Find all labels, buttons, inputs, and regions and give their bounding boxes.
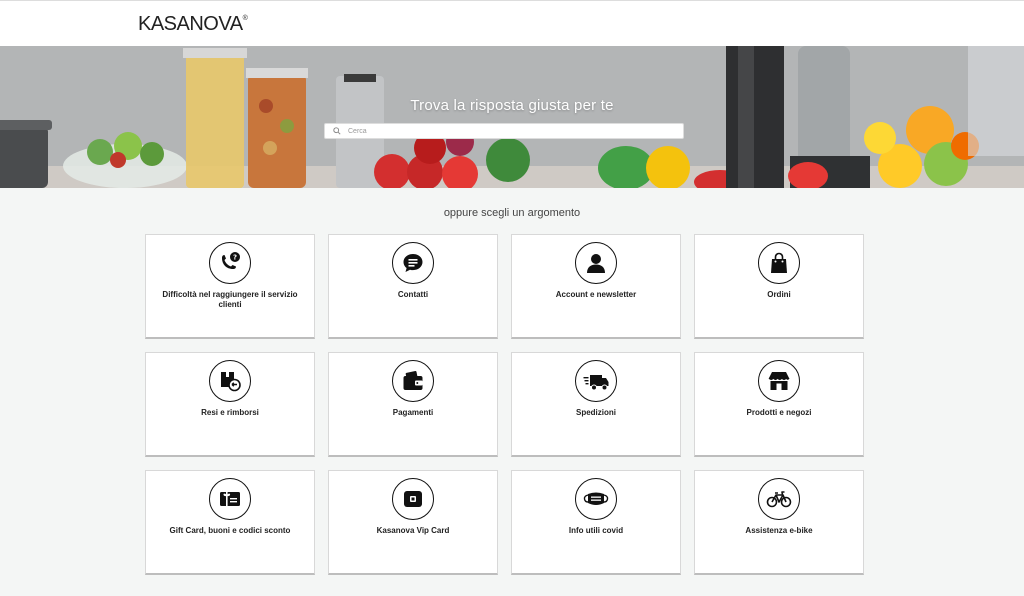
topic-card-returns-refunds[interactable]: Resi e rimborsi [145,352,315,457]
topics-grid: ? Difficoltà nel raggiungere il servizio… [145,234,864,575]
topic-card-vip-card[interactable]: Kasanova Vip Card [328,470,498,575]
hero-banner: Trova la risposta giusta per te [0,46,1024,188]
topic-label: Prodotti e negozi [746,408,812,417]
vip-card-icon [392,478,434,520]
hero-title: Trova la risposta giusta per te [410,97,614,114]
topic-card-products-stores[interactable]: Prodotti e negozi [694,352,864,457]
topic-label: Kasanova Vip Card [376,526,450,535]
search-icon [333,125,345,137]
logo-registered-mark: ® [242,15,248,22]
delivery-truck-icon [575,360,617,402]
shopping-bag-icon [758,242,800,284]
topic-card-gift-card[interactable]: Gift Card, buoni e codici sconto [145,470,315,575]
gift-card-icon [209,478,251,520]
topic-label: Contatti [397,290,429,299]
topic-label: Account e newsletter [555,290,637,299]
top-header: KASANOVA® [0,0,1024,46]
kitchen-background-image [0,46,1024,188]
logo-text: KASANOVA [138,13,243,35]
bicycle-icon [758,478,800,520]
chat-bubble-icon [392,242,434,284]
topic-label: Ordini [767,290,791,299]
topic-label: Assistenza e-bike [745,526,813,535]
search-input[interactable] [348,125,668,137]
svg-text:?: ? [233,254,237,262]
topic-card-account-newsletter[interactable]: Account e newsletter [511,234,681,339]
topic-card-difficulty-contacting[interactable]: ? Difficoltà nel raggiungere il servizio… [145,234,315,339]
topics-subtitle: oppure scegli un argomento [443,207,581,219]
topic-label: Info utili covid [568,526,624,535]
user-icon [575,242,617,284]
topic-label: Spedizioni [576,408,616,417]
topic-card-ebike-support[interactable]: Assistenza e-bike [694,470,864,575]
topic-label: Difficoltà nel raggiungere il servizio c… [162,290,298,309]
topic-card-payments[interactable]: Pagamenti [328,352,498,457]
topic-card-contacts[interactable]: Contatti [328,234,498,339]
wallet-icon [392,360,434,402]
search-bar[interactable] [324,123,684,139]
topic-card-covid-info[interactable]: Info utili covid [511,470,681,575]
topic-card-orders[interactable]: Ordini [694,234,864,339]
topic-label: Pagamenti [392,408,434,417]
return-box-icon [209,360,251,402]
topic-label: Gift Card, buoni e codici sconto [169,526,291,535]
store-icon [758,360,800,402]
topic-card-shipping[interactable]: Spedizioni [511,352,681,457]
topic-label: Resi e rimborsi [201,408,259,417]
phone-question-icon: ? [209,242,251,284]
kasanova-logo[interactable]: KASANOVA® [138,13,248,36]
face-mask-icon [575,478,617,520]
